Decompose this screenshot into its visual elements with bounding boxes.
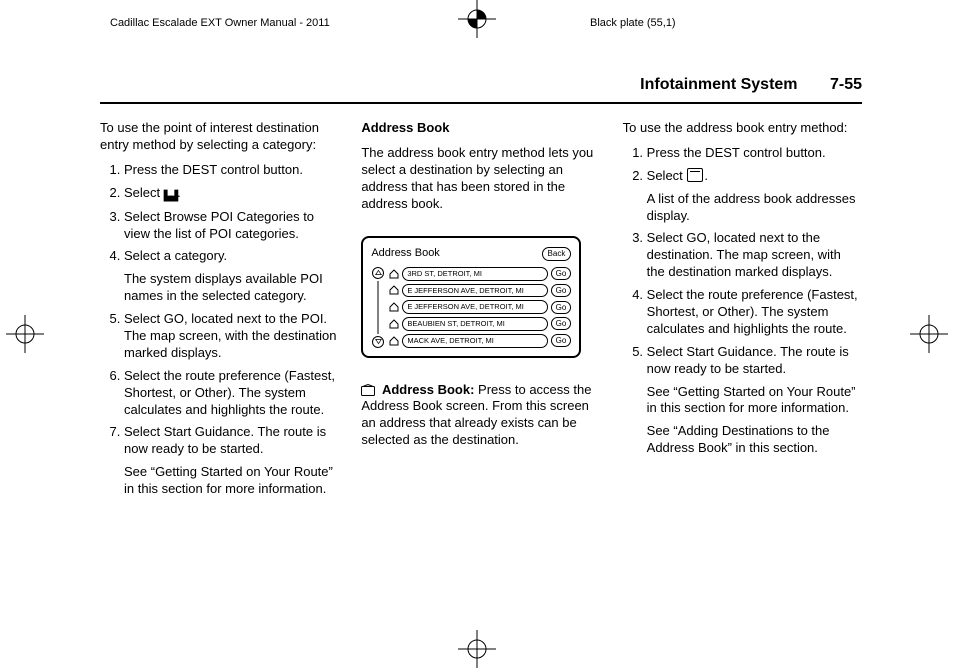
col3-step-2-sub: A list of the address book addresses dis… bbox=[647, 191, 862, 225]
columns: To use the point of interest destination… bbox=[100, 120, 862, 624]
column-1: To use the point of interest destination… bbox=[100, 120, 339, 624]
col3-step-5-sub1: See “Getting Started on Your Route” in t… bbox=[647, 384, 862, 418]
ab-rows: 3RD ST, DETROIT, MI Go E JEFFERSON AVE, … bbox=[389, 267, 571, 348]
scroll-track bbox=[378, 281, 379, 334]
ab-row-addr: E JEFFERSON AVE, DETROIT, MI bbox=[402, 300, 547, 314]
col1-step-4: Select a category. The system displays a… bbox=[124, 248, 339, 305]
section-title: Infotainment System bbox=[640, 76, 797, 93]
plate-label: Black plate (55,1) bbox=[590, 16, 676, 30]
ab-row-addr: 3RD ST, DETROIT, MI bbox=[402, 267, 547, 281]
col2-heading: Address Book bbox=[361, 120, 600, 137]
ab-row-go: Go bbox=[551, 317, 572, 330]
ab-row: BEAUBIEN ST, DETROIT, MI Go bbox=[389, 317, 571, 331]
col3-step-2: Select . A list of the address book addr… bbox=[647, 168, 862, 225]
col1-intro: To use the point of interest destination… bbox=[100, 120, 339, 154]
ab-row: E JEFFERSON AVE, DETROIT, MI Go bbox=[389, 284, 571, 298]
col1-step-7-sub: See “Getting Started on Your Route” in t… bbox=[124, 464, 339, 498]
col3-intro: To use the address book entry method: bbox=[623, 120, 862, 137]
col3-step-4: Select the route preference (Fastest, Sh… bbox=[647, 287, 862, 338]
ab-row-addr: MACK AVE, DETROIT, MI bbox=[402, 334, 547, 348]
print-meta: Cadillac Escalade EXT Owner Manual - 201… bbox=[110, 16, 844, 46]
col3-step-5-sub2: See “Adding Destinations to the Address … bbox=[647, 423, 862, 457]
col3-step-3: Select GO, located next to the destinati… bbox=[647, 230, 862, 281]
ab-row-go: Go bbox=[551, 267, 572, 280]
address-book-icon bbox=[361, 384, 375, 396]
ab-row: 3RD ST, DETROIT, MI Go bbox=[389, 267, 571, 281]
ab-row: MACK AVE, DETROIT, MI Go bbox=[389, 334, 571, 348]
ab-titlebar: Address Book Back bbox=[371, 246, 571, 260]
col3-step-5: Select Start Guidance. The route is now … bbox=[647, 344, 862, 457]
col1-steps: Press the DEST control button. Select ▙▟… bbox=[100, 162, 339, 498]
crop-mark-left bbox=[6, 315, 44, 353]
content-frame: Infotainment System 7-55 To use the poin… bbox=[100, 60, 862, 624]
col3-step-1: Press the DEST control button. bbox=[647, 145, 862, 162]
home-icon bbox=[389, 285, 399, 295]
scroll-up-icon bbox=[372, 267, 384, 279]
page: Cadillac Escalade EXT Owner Manual - 201… bbox=[0, 0, 954, 668]
ab-row-go: Go bbox=[551, 334, 572, 347]
ab-row-go: Go bbox=[551, 284, 572, 297]
col1-step-1: Press the DEST control button. bbox=[124, 162, 339, 179]
col1-step-4-sub: The system displays available POI names … bbox=[124, 271, 339, 305]
ab-title: Address Book bbox=[371, 246, 439, 260]
ab-row: E JEFFERSON AVE, DETROIT, MI Go bbox=[389, 300, 571, 314]
ab-scrollbar bbox=[371, 267, 385, 348]
column-2: Address Book The address book entry meth… bbox=[361, 120, 600, 624]
ab-back-button: Back bbox=[542, 247, 572, 261]
ab-row-addr: BEAUBIEN ST, DETROIT, MI bbox=[402, 317, 547, 331]
crop-mark-right bbox=[910, 315, 948, 353]
address-book-illustration: Address Book Back 3RD ST, DETROIT, bbox=[361, 236, 581, 357]
home-icon bbox=[389, 302, 399, 312]
col1-step-2: Select ▙▟. bbox=[124, 185, 339, 203]
col1-step-6: Select the route preference (Fastest, Sh… bbox=[124, 368, 339, 419]
col2-p1: The address book entry method lets you s… bbox=[361, 145, 600, 213]
col1-step-3: Select Browse POI Categories to view the… bbox=[124, 209, 339, 243]
col3-steps: Press the DEST control button. Select . … bbox=[623, 145, 862, 457]
ab-list: 3RD ST, DETROIT, MI Go E JEFFERSON AVE, … bbox=[371, 267, 571, 348]
header-rule bbox=[100, 102, 862, 104]
registration-mark-bottom bbox=[458, 630, 496, 668]
running-head: Infotainment System 7-55 bbox=[640, 75, 862, 96]
column-3: To use the address book entry method: Pr… bbox=[623, 120, 862, 624]
scroll-down-icon bbox=[372, 336, 384, 348]
col1-step-7: Select Start Guidance. The route is now … bbox=[124, 424, 339, 498]
doc-title: Cadillac Escalade EXT Owner Manual - 201… bbox=[110, 16, 330, 30]
ab-row-addr: E JEFFERSON AVE, DETROIT, MI bbox=[402, 284, 547, 298]
ab-row-go: Go bbox=[551, 301, 572, 314]
poi-icon: ▙▟ bbox=[164, 190, 177, 203]
home-icon bbox=[389, 269, 399, 279]
col2-address-book-def: Address Book: Press to access the Addres… bbox=[361, 382, 600, 450]
page-number: 7-55 bbox=[830, 76, 862, 93]
home-icon bbox=[389, 319, 399, 329]
home-icon bbox=[389, 336, 399, 346]
col1-step-5: Select GO, located next to the POI. The … bbox=[124, 311, 339, 362]
address-book-icon bbox=[687, 168, 703, 182]
ab-def-label: Address Book: bbox=[382, 382, 474, 397]
